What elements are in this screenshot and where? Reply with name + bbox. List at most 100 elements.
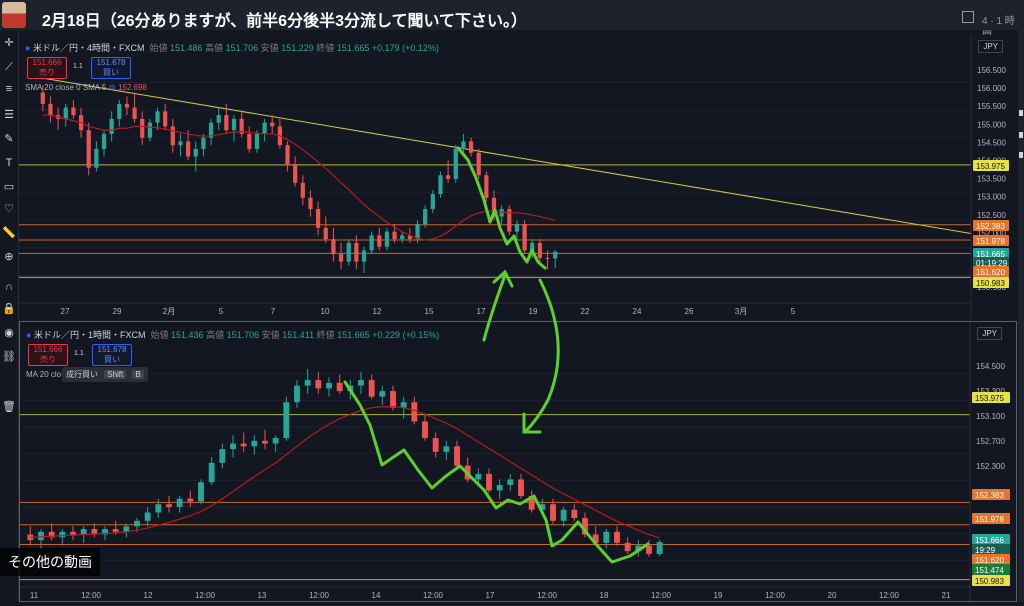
candle-body: [430, 194, 435, 210]
candle-body: [400, 402, 407, 408]
rectangle-icon[interactable]: ▭: [2, 180, 16, 194]
lock-icon[interactable]: 🔒: [2, 302, 16, 316]
candle-body: [300, 182, 305, 198]
currency-selector[interactable]: JPY: [978, 40, 1003, 53]
close-label: 終値: [316, 330, 335, 340]
sell-button-1h[interactable]: 151.666 売り: [28, 344, 68, 366]
change-value: +0.229 (+0.15%): [372, 330, 440, 340]
indicator-row-1h[interactable]: MA 20 clo: [26, 370, 61, 379]
video-title: 2月18日（26分ありますが、前半6分後半3分流して聞いて下さい。）: [42, 13, 528, 30]
chart-pane-1h[interactable]: 154.500 153.300 153.100 152.700 152.300 153.9…: [19, 321, 1017, 603]
time-tick-label: 3月: [735, 307, 747, 316]
currency-selector-1h[interactable]: JPY: [977, 327, 1002, 340]
candle-body: [338, 254, 344, 262]
layout-icon[interactable]: [962, 11, 974, 23]
eye-icon[interactable]: ◉: [2, 326, 16, 340]
symbol-title[interactable]: 米ドル／円・4時間・FXCM: [33, 43, 145, 53]
candle-body: [423, 209, 428, 225]
chart-pane-4h[interactable]: 156.500156.000155.500155.000154.500154.0…: [19, 35, 1017, 321]
indicator-row[interactable]: SMA 20 close 0 SMA 5 ⚙ 152.698: [25, 83, 147, 92]
buy-button-1h[interactable]: 151.678 買い: [92, 344, 132, 366]
price-tag-label: 151.620: [975, 556, 1004, 565]
candle-body: [358, 380, 364, 386]
time-tick-label: 17: [486, 591, 495, 600]
candle-body: [486, 473, 492, 491]
price-tick-label: 155.500: [977, 102, 1006, 111]
candle-body: [464, 465, 471, 480]
candle-body: [117, 103, 122, 119]
time-tick-label: 12:00: [537, 591, 558, 600]
candle-body: [316, 209, 321, 228]
candle-body: [304, 380, 311, 386]
time-tick-label: 12:00: [879, 591, 900, 600]
tooltip-text: 成行買い: [66, 370, 98, 379]
candle-body: [514, 224, 520, 232]
candle-body: [285, 145, 290, 164]
link-icon[interactable]: ⛓: [2, 350, 16, 364]
buy-label: 買い: [104, 355, 120, 364]
time-tick-label: 19: [714, 591, 723, 600]
watchlist-icon[interactable]: [1019, 110, 1023, 116]
right-side-panel: [1018, 0, 1024, 602]
alerts-icon[interactable]: [1019, 132, 1023, 138]
time-tick-label: 19: [529, 307, 538, 316]
price-tag-label: 152.383: [976, 222, 1005, 231]
candle-body: [86, 130, 91, 168]
candle-body: [109, 118, 114, 134]
fib-icon[interactable]: ☰: [2, 108, 16, 122]
price-tick-label: 152.300: [976, 462, 1005, 471]
candle-body: [193, 148, 198, 157]
candle-body: [528, 495, 535, 510]
heart-icon[interactable]: ♡: [2, 202, 16, 216]
candle-body: [40, 92, 45, 104]
brush-icon[interactable]: ✎: [2, 132, 16, 146]
chart-canvas-1h[interactable]: 154.500153.300153.100152.700152.300153.9…: [20, 322, 1016, 603]
price-tag-label: 150.983: [975, 577, 1004, 586]
candle-body: [112, 529, 119, 532]
candle-body: [390, 391, 396, 408]
candle-body: [140, 118, 145, 138]
symbol-title-1h[interactable]: 米ドル／円・1時間・FXCM: [34, 330, 146, 340]
buy-button[interactable]: 151.678 買い: [91, 57, 131, 79]
price-tag-label: 151.474: [975, 566, 1004, 575]
settings-icon[interactable]: ⚙: [109, 83, 116, 92]
trash-icon[interactable]: 🗑: [2, 400, 16, 414]
candle-body: [491, 197, 497, 217]
high-value: 151.706: [225, 43, 259, 53]
candle-body: [400, 235, 405, 240]
candle-body: [496, 484, 503, 491]
price-tick-label: 154.500: [977, 138, 1006, 147]
time-tick-label: 20: [828, 591, 837, 600]
time-tick-label: 29: [113, 307, 122, 316]
text-icon[interactable]: T: [2, 156, 16, 170]
candle-body: [635, 545, 642, 552]
chart-canvas-4h[interactable]: 156.500156.000155.500155.000154.500154.0…: [19, 35, 1017, 321]
time-tick-label: 5: [219, 307, 224, 316]
crosshair-icon[interactable]: ✛: [2, 36, 16, 50]
candle-body: [624, 542, 631, 552]
channel-avatar[interactable]: [2, 2, 26, 28]
time-tick-label: 12:00: [423, 591, 444, 600]
candle-body: [254, 133, 260, 149]
time-tick-label: 15: [425, 307, 434, 316]
other-videos-button[interactable]: その他の動画: [0, 548, 100, 576]
buy-price: 151.678: [96, 58, 126, 67]
price-tag-label: 150.983: [976, 279, 1005, 288]
price-tag-label: 151.620: [976, 268, 1005, 277]
candle-body: [530, 242, 535, 251]
ruler-icon[interactable]: 📏: [2, 226, 16, 240]
sell-button[interactable]: 151.666 売り: [27, 57, 67, 79]
candle-body: [377, 235, 382, 247]
time-tick-label: 12:00: [651, 591, 672, 600]
magnet-icon[interactable]: ∩: [2, 280, 16, 294]
zoom-icon[interactable]: ⊕: [2, 250, 16, 264]
candle-body: [124, 103, 130, 108]
candle-body: [560, 509, 567, 521]
time-tick-label: 10: [321, 307, 330, 316]
candle-body: [379, 391, 386, 397]
news-icon[interactable]: [1019, 152, 1023, 158]
trend-line-icon[interactable]: ⟋: [2, 60, 16, 74]
horizontal-line-icon[interactable]: ≡: [2, 82, 16, 96]
indicator-label: MA 20 clo: [26, 370, 62, 379]
price-tag-label: 19:29: [975, 546, 996, 555]
